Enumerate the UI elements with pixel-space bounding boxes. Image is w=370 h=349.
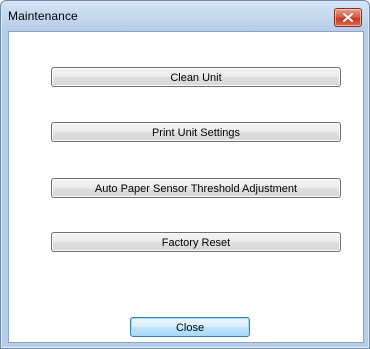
maintenance-dialog: Maintenance Clean Unit Print Unit Settin…	[0, 0, 370, 349]
print-unit-settings-button[interactable]: Print Unit Settings	[51, 122, 341, 142]
close-icon	[343, 13, 353, 22]
auto-paper-sensor-threshold-button[interactable]: Auto Paper Sensor Threshold Adjustment	[51, 178, 341, 198]
close-button[interactable]: Close	[130, 317, 250, 337]
clean-unit-button[interactable]: Clean Unit	[51, 67, 341, 87]
factory-reset-button[interactable]: Factory Reset	[51, 232, 341, 252]
dialog-body: Clean Unit Print Unit Settings Auto Pape…	[8, 31, 364, 343]
window-title: Maintenance	[8, 9, 78, 23]
close-window-button[interactable]	[334, 8, 362, 27]
title-bar[interactable]: Maintenance	[1, 1, 369, 31]
